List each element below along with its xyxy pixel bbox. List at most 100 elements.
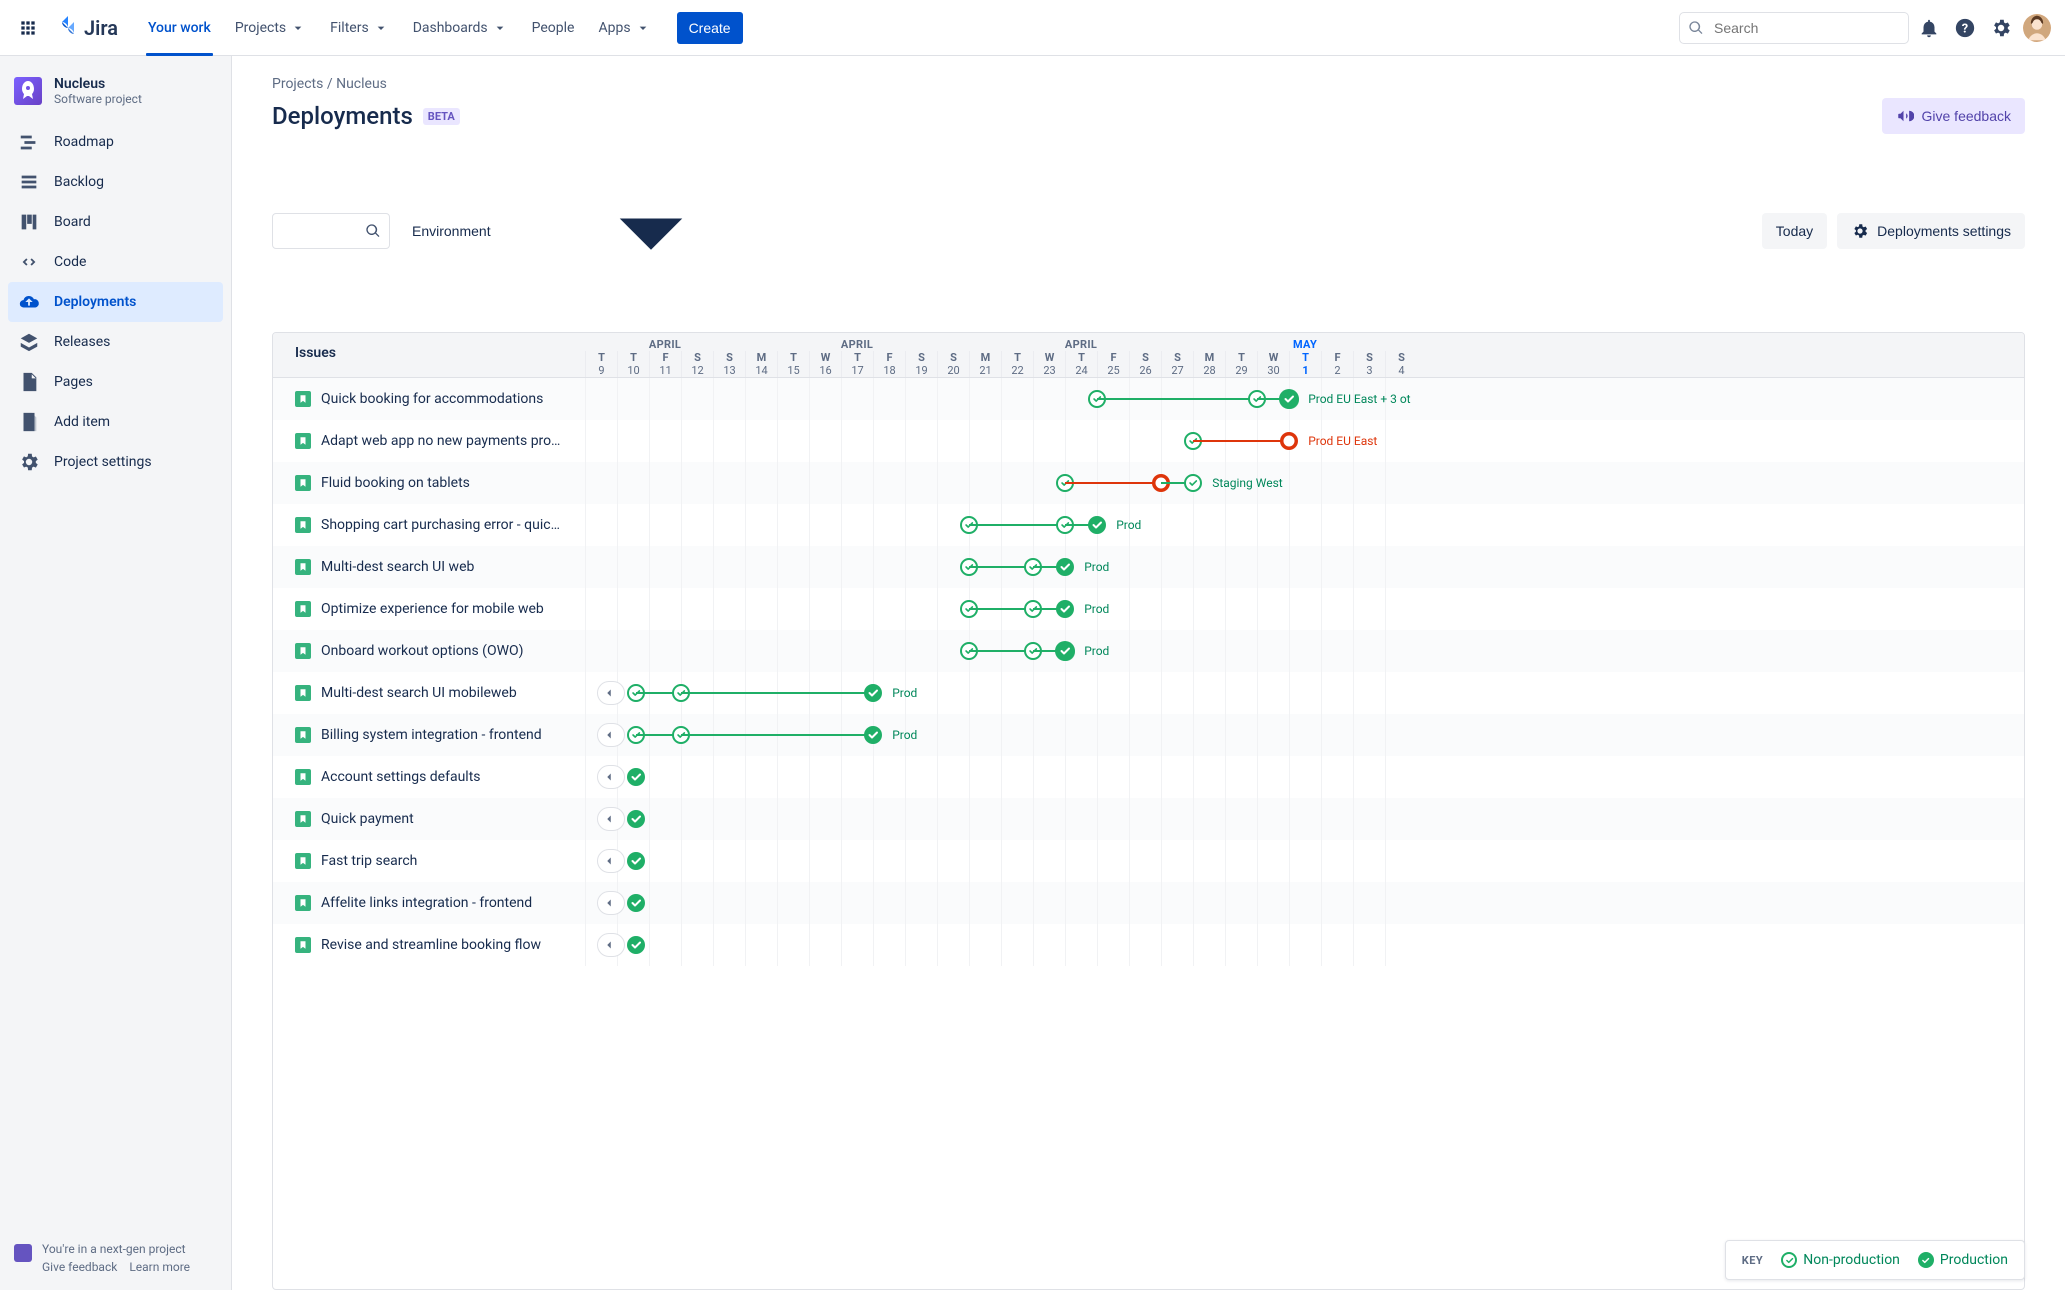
avatar[interactable] xyxy=(2021,12,2053,44)
nav-apps[interactable]: Apps xyxy=(588,0,660,56)
create-button[interactable]: Create xyxy=(677,12,743,44)
deployment-node[interactable] xyxy=(1056,600,1074,618)
brand[interactable]: Jira xyxy=(48,16,126,40)
issue-row: Quick booking for accommodationsProd EU … xyxy=(273,378,2024,420)
deployment-node[interactable] xyxy=(1280,432,1298,450)
deployment-lane[interactable] xyxy=(585,840,2024,882)
issue-cell[interactable]: Optimize experience for mobile web xyxy=(273,588,585,630)
nav-filters[interactable]: Filters xyxy=(320,0,399,56)
issue-cell[interactable]: Account settings defaults xyxy=(273,756,585,798)
deployment-node[interactable] xyxy=(627,810,645,828)
earlier-deployments-chip[interactable] xyxy=(597,723,625,747)
deployment-lane[interactable] xyxy=(585,756,2024,798)
sidebar-item-board[interactable]: Board xyxy=(8,202,223,242)
app-switcher-icon[interactable] xyxy=(12,12,44,44)
legend-nonprod: Non-production xyxy=(1781,1252,1900,1268)
issue-title: Onboard workout options (OWO) xyxy=(321,643,524,659)
issue-cell[interactable]: Onboard workout options (OWO) xyxy=(273,630,585,672)
sidebar-item-add-item[interactable]: Add item xyxy=(8,402,223,442)
issue-cell[interactable]: Revise and streamline booking flow xyxy=(273,924,585,966)
day-cell: S13 xyxy=(713,351,745,377)
deployment-node[interactable] xyxy=(627,852,645,870)
footer-learn-link[interactable]: Learn more xyxy=(129,1260,190,1274)
deployments-search-input[interactable] xyxy=(281,222,365,240)
deployment-node[interactable] xyxy=(864,726,882,744)
issue-cell[interactable]: Fast trip search xyxy=(273,840,585,882)
breadcrumb-project[interactable]: Nucleus xyxy=(336,76,387,92)
deployment-node[interactable] xyxy=(1055,641,1075,661)
deployment-lane[interactable] xyxy=(585,882,2024,924)
sidebar-item-label: Code xyxy=(54,254,86,270)
notifications-icon[interactable] xyxy=(1913,12,1945,44)
day-cell: T17 xyxy=(841,351,873,377)
deployment-node[interactable] xyxy=(1279,389,1299,409)
footer-feedback-link[interactable]: Give feedback xyxy=(42,1260,117,1274)
deployment-node[interactable] xyxy=(1184,474,1202,492)
issue-cell[interactable]: Shopping cart purchasing error - quick f… xyxy=(273,504,585,546)
deployment-node[interactable] xyxy=(627,768,645,786)
nav-people[interactable]: People xyxy=(522,0,585,56)
deployment-line xyxy=(1097,398,1257,400)
sidebar-item-label: Board xyxy=(54,214,91,230)
deployments-settings-button[interactable]: Deployments settings xyxy=(1837,213,2025,249)
deployment-lane[interactable] xyxy=(585,924,2024,966)
deployment-lane[interactable]: Prod xyxy=(585,546,2024,588)
deployment-node[interactable] xyxy=(1088,516,1106,534)
day-cell: T1 xyxy=(1289,351,1321,377)
deployment-lane[interactable]: Prod xyxy=(585,504,2024,546)
breadcrumb-root[interactable]: Projects xyxy=(272,76,323,92)
deployment-node[interactable] xyxy=(627,936,645,954)
issue-cell[interactable]: Fluid booking on tablets xyxy=(273,462,585,504)
earlier-deployments-chip[interactable] xyxy=(597,933,625,957)
global-search[interactable] xyxy=(1679,12,1909,44)
earlier-deployments-chip[interactable] xyxy=(597,849,625,873)
global-search-input[interactable] xyxy=(1712,19,1900,37)
issue-cell[interactable]: Quick payment xyxy=(273,798,585,840)
issue-cell[interactable]: Multi-dest search UI mobileweb xyxy=(273,672,585,714)
deployment-node[interactable] xyxy=(1056,558,1074,576)
nav-projects[interactable]: Projects xyxy=(225,0,316,56)
sidebar-item-roadmap[interactable]: Roadmap xyxy=(8,122,223,162)
deployments-search[interactable] xyxy=(272,213,390,249)
sidebar-item-pages[interactable]: Pages xyxy=(8,362,223,402)
earlier-deployments-chip[interactable] xyxy=(597,891,625,915)
sidebar-item-project-settings[interactable]: Project settings xyxy=(8,442,223,482)
sidebar-item-deployments[interactable]: Deployments xyxy=(8,282,223,322)
day-cell: W23 xyxy=(1033,351,1065,377)
issue-cell[interactable]: Multi-dest search UI web xyxy=(273,546,585,588)
earlier-deployments-chip[interactable] xyxy=(597,807,625,831)
environment-dropdown[interactable]: Environment xyxy=(404,150,809,312)
sidebar-item-releases[interactable]: Releases xyxy=(8,322,223,362)
sidebar-item-label: Roadmap xyxy=(54,134,114,150)
deployment-lane[interactable]: Prod xyxy=(585,588,2024,630)
issue-cell[interactable]: Affelite links integration - frontend xyxy=(273,882,585,924)
project-header[interactable]: Nucleus Software project xyxy=(0,56,231,116)
nav-your-work[interactable]: Your work xyxy=(138,0,221,56)
issue-cell[interactable]: Quick booking for accommodations xyxy=(273,378,585,420)
nav-dashboards[interactable]: Dashboards xyxy=(403,0,518,56)
today-button[interactable]: Today xyxy=(1762,213,1827,249)
deployment-node[interactable] xyxy=(627,894,645,912)
issue-row: Shopping cart purchasing error - quick f… xyxy=(273,504,2024,546)
help-icon[interactable] xyxy=(1949,12,1981,44)
deployment-node[interactable] xyxy=(864,684,882,702)
give-feedback-button[interactable]: Give feedback xyxy=(1882,98,2026,134)
issue-cell[interactable]: Adapt web app no new payments provider xyxy=(273,420,585,462)
issue-title: Shopping cart purchasing error - quick f… xyxy=(321,517,563,533)
sidebar-item-backlog[interactable]: Backlog xyxy=(8,162,223,202)
deployment-lane[interactable]: Prod xyxy=(585,630,2024,672)
deployment-lane[interactable]: Prod xyxy=(585,714,2024,756)
deployment-lane[interactable]: Prod EU East + 3 ot xyxy=(585,378,2024,420)
day-cell: F18 xyxy=(873,351,905,377)
settings-icon[interactable] xyxy=(1985,12,2017,44)
chevron-down-icon xyxy=(290,20,306,36)
earlier-deployments-chip[interactable] xyxy=(597,765,625,789)
deployment-lane[interactable] xyxy=(585,798,2024,840)
deployment-lane[interactable]: Prod xyxy=(585,672,2024,714)
sidebar-item-code[interactable]: Code xyxy=(8,242,223,282)
deployment-lane[interactable]: Prod EU East xyxy=(585,420,2024,462)
earlier-deployments-chip[interactable] xyxy=(597,681,625,705)
deployment-lane[interactable]: Staging West xyxy=(585,462,2024,504)
issue-cell[interactable]: Billing system integration - frontend xyxy=(273,714,585,756)
roadmap-icon xyxy=(18,131,40,153)
